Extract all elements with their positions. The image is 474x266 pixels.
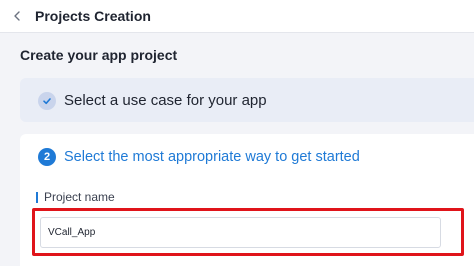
step-use-case[interactable]: Select a use case for your app <box>20 78 474 122</box>
page-title: Projects Creation <box>35 8 151 24</box>
step-use-case-label: Select a use case for your app <box>64 92 267 109</box>
step-number-badge: 2 <box>38 148 56 166</box>
step-get-started-label: Select the most appropriate way to get s… <box>64 149 360 165</box>
check-icon <box>43 98 51 105</box>
label-marker <box>36 191 38 203</box>
back-button[interactable] <box>8 7 26 25</box>
top-bar: Projects Creation <box>0 0 474 33</box>
project-name-label: Project name <box>44 190 115 204</box>
project-name-label-group: Project name <box>36 190 115 204</box>
section-title: Create your app project <box>20 47 178 63</box>
project-name-input[interactable] <box>40 217 441 248</box>
step-complete-badge <box>38 92 56 110</box>
chevron-left-icon <box>14 11 20 21</box>
